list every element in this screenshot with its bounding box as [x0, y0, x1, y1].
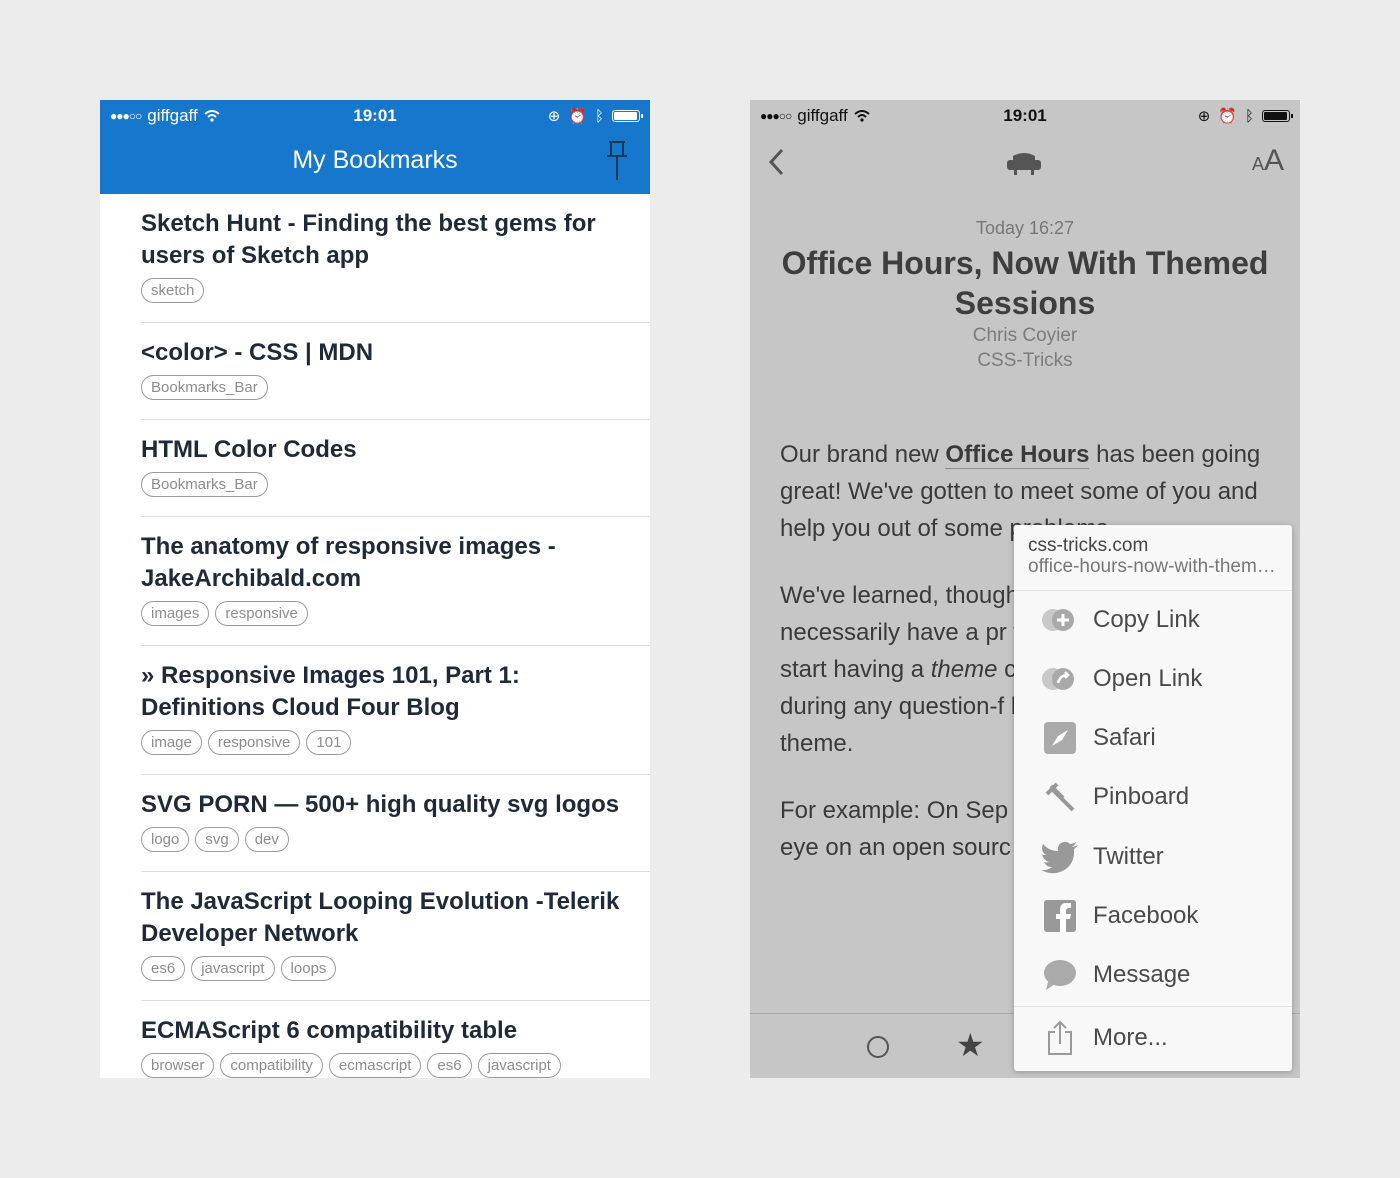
bookmark-title: The JavaScript Looping Evolution -Teleri… [141, 888, 620, 947]
share-action-safari[interactable]: Safari [1014, 709, 1292, 767]
tag-list: Bookmarks_Bar [141, 472, 630, 497]
share-action-label: Pinboard [1093, 783, 1190, 810]
share-action-message[interactable]: Message [1014, 946, 1292, 1004]
bookmarks-screen: ●●●○○ giffgaff 19:01 ⊕ ⏰ ᛒ My Bookmarks … [100, 100, 650, 1078]
tag-list: image responsive 101 [141, 730, 630, 755]
bookmark-title: <color> - CSS | MDN [141, 339, 374, 366]
divider [1014, 1006, 1292, 1007]
tag-list: logo svg dev [141, 827, 630, 852]
share-domain: css-tricks.com [1028, 535, 1149, 556]
open-link-icon [1040, 659, 1080, 699]
bluetooth-icon: ᛒ [594, 107, 604, 125]
page-title: My Bookmarks [292, 146, 458, 174]
tag[interactable]: dev [244, 827, 289, 852]
safari-icon [1040, 718, 1080, 758]
status-bar: ●●●○○ giffgaff 19:01 ⊕ ⏰ ᛒ [750, 100, 1300, 132]
bookmark-item[interactable]: <color> - CSS | MDN Bookmarks_Bar [141, 323, 650, 420]
nav-bar: ●●●○○ giffgaff 19:01 ⊕ ⏰ ᛒ My Bookmarks [100, 100, 650, 194]
tag[interactable]: sketch [141, 278, 205, 303]
share-action-label: More... [1093, 1024, 1168, 1051]
share-action-label: Copy Link [1093, 606, 1200, 633]
tag[interactable]: compatibility [220, 1053, 323, 1078]
share-action-label: Open Link [1093, 665, 1203, 692]
bookmark-item[interactable]: ECMAScript 6 compatibility table browser c… [141, 1001, 650, 1078]
tag[interactable]: image [141, 730, 202, 755]
facebook-icon [1040, 896, 1080, 936]
alarm-icon: ⏰ [568, 108, 587, 125]
article-date: Today 16:27 [975, 218, 1075, 238]
share-menu: css-tricks.com office-hours-now-with-the… [1014, 525, 1292, 1071]
rotation-lock-icon: ⊕ [1197, 108, 1211, 125]
bookmark-title: » Responsive Images 101, Part 1: Definit… [141, 662, 520, 721]
alarm-icon: ⏰ [1218, 108, 1237, 125]
bookmark-list: Sketch Hunt - Finding the best gems for … [100, 194, 650, 1078]
reader-screen: ●●●○○ giffgaff 19:01 ⊕ ⏰ ᛒ AA Today 16:2… [750, 100, 1300, 1078]
bookmark-item[interactable]: SVG PORN — 500+ high quality svg logos lo… [141, 775, 650, 872]
pin-icon[interactable] [604, 140, 630, 182]
armchair-icon[interactable] [1005, 150, 1043, 176]
bookmark-title: ECMAScript 6 compatibility table [141, 1017, 518, 1044]
share-action-label: Safari [1093, 724, 1156, 751]
share-icon [1040, 1018, 1080, 1058]
tag[interactable]: Bookmarks_Bar [141, 472, 268, 497]
bookmark-title: The anatomy of responsive images - JakeA… [141, 533, 556, 592]
bookmark-item[interactable]: Sketch Hunt - Finding the best gems for … [141, 194, 650, 323]
tag[interactable]: ecmascript [328, 1053, 422, 1078]
share-action-label: Facebook [1093, 902, 1199, 929]
star-icon[interactable]: ★ [956, 1026, 985, 1064]
tag[interactable]: loops [280, 956, 337, 981]
bookmark-item[interactable]: HTML Color Codes Bookmarks_Bar [141, 420, 650, 517]
share-url: office-hours-now-with-themed-sessions [1028, 556, 1278, 577]
article-title: Office Hours, Now With Themed Sessions [781, 245, 1269, 321]
tag[interactable]: es6 [141, 956, 186, 981]
bookmark-item[interactable]: The JavaScript Looping Evolution -Teleri… [141, 872, 650, 1001]
share-action-twitter[interactable]: Twitter [1014, 828, 1292, 886]
bluetooth-icon: ᛒ [1244, 107, 1254, 125]
pinboard-icon [1040, 777, 1080, 817]
tag-list: browser compatibility ecmascript es6 javascr… [141, 1053, 630, 1078]
tag[interactable]: responsive [215, 601, 308, 626]
tag[interactable]: javascript [477, 1053, 561, 1078]
share-action-pinboard[interactable]: Pinboard [1014, 768, 1292, 826]
tag-list: Bookmarks_Bar [141, 375, 630, 400]
tag[interactable]: es6 [427, 1053, 472, 1078]
tag[interactable]: images [141, 601, 210, 626]
reader-nav-bar: AA [750, 140, 1300, 190]
battery-icon [612, 110, 643, 122]
status-bar: ●●●○○ giffgaff 19:01 ⊕ ⏰ ᛒ [100, 100, 650, 132]
tag[interactable]: 101 [306, 730, 352, 755]
text-size-button[interactable]: AA [1252, 144, 1284, 178]
copy-link-icon [1040, 600, 1080, 640]
message-icon [1040, 955, 1080, 995]
unread-circle-icon[interactable] [867, 1036, 889, 1058]
bookmark-title: Sketch Hunt - Finding the best gems for … [141, 210, 596, 269]
tag-list: images responsive [141, 601, 630, 626]
tag[interactable]: browser [141, 1053, 215, 1078]
tag[interactable]: logo [141, 827, 190, 852]
share-action-label: Message [1093, 961, 1191, 988]
tag[interactable]: svg [195, 827, 239, 852]
tag-list: es6 javascript loops [141, 956, 630, 981]
share-action-label: Twitter [1093, 843, 1164, 870]
share-action-facebook[interactable]: Facebook [1014, 887, 1292, 945]
share-action-copy-link[interactable]: Copy Link [1014, 591, 1292, 649]
share-action-open-link[interactable]: Open Link [1014, 650, 1292, 708]
office-hours-link[interactable]: Office Hours [945, 441, 1090, 469]
tag[interactable]: responsive [207, 730, 301, 755]
article-source: CSS-Tricks [977, 350, 1073, 371]
rotation-lock-icon: ⊕ [547, 108, 561, 125]
tag[interactable]: javascript [191, 956, 275, 981]
bookmark-item[interactable]: » Responsive Images 101, Part 1: Definit… [141, 646, 650, 775]
bookmark-title: HTML Color Codes [141, 436, 357, 463]
bookmark-title: SVG PORN — 500+ high quality svg logos [141, 791, 620, 818]
back-chevron-icon[interactable] [768, 148, 784, 176]
share-action-more[interactable]: More... [1014, 1009, 1292, 1067]
article-header: Today 16:27 Office Hours, Now With Theme… [750, 218, 1300, 373]
article-author: Chris Coyier [972, 325, 1078, 346]
tag-list: sketch [141, 278, 630, 303]
twitter-icon [1040, 837, 1080, 877]
tag[interactable]: Bookmarks_Bar [141, 375, 268, 400]
bookmark-item[interactable]: The anatomy of responsive images - JakeA… [141, 517, 650, 646]
battery-icon [1262, 110, 1293, 122]
